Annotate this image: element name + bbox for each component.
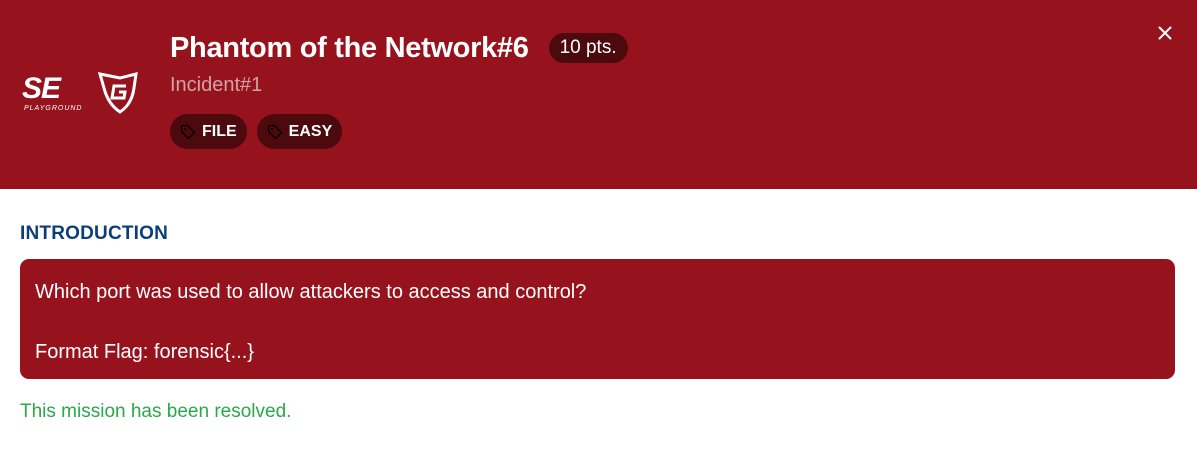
title-row: Phantom of the Network#6 10 pts. — [170, 30, 628, 66]
challenge-header: SE PLAYGROUND Phantom of the Network#6 1… — [0, 0, 1197, 189]
challenge-title: Phantom of the Network#6 — [170, 31, 529, 64]
tag-icon — [180, 124, 196, 139]
points-badge: 10 pts. — [548, 33, 628, 63]
close-icon[interactable] — [1158, 26, 1172, 40]
tag-icon — [267, 124, 282, 139]
mission-status: This mission has been resolved. — [20, 401, 292, 422]
svg-text:SE: SE — [22, 72, 62, 105]
introduction-flag-format: Format Flag: forensic{...} — [35, 341, 254, 363]
introduction-box: Which port was used to allow attackers t… — [20, 259, 1175, 379]
challenge-modal: SE PLAYGROUND Phantom of the Network#6 1… — [0, 0, 1197, 451]
tag-list: FILE EASY — [170, 114, 343, 149]
tag-file: FILE — [170, 114, 247, 149]
seg-playground-logo: SE PLAYGROUND — [22, 72, 138, 114]
introduction-spacer — [35, 307, 1160, 337]
close-button[interactable] — [1152, 20, 1178, 46]
tag-difficulty: EASY — [256, 114, 343, 149]
introduction-heading: INTRODUCTION — [20, 223, 169, 244]
challenge-subtitle: Incident#1 — [170, 74, 263, 96]
tag-label: EASY — [288, 122, 333, 140]
svg-text:PLAYGROUND: PLAYGROUND — [24, 105, 83, 112]
introduction-question: Which port was used to allow attackers t… — [35, 281, 587, 303]
tag-label: FILE — [202, 122, 237, 140]
